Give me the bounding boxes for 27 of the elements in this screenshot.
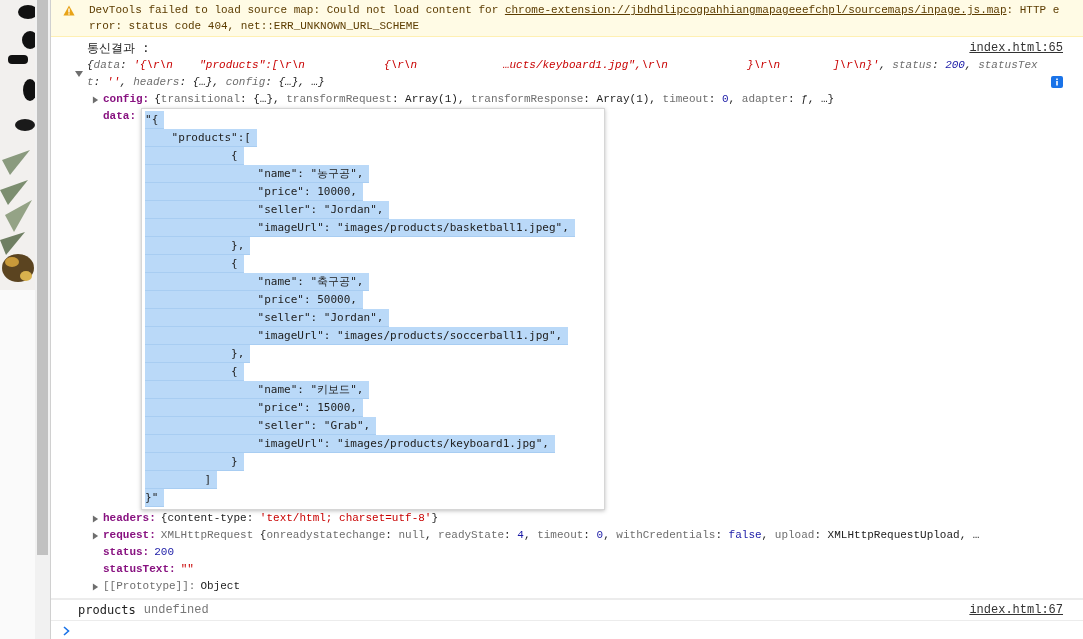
property-value: "" [180,562,194,577]
log-value: undefined [143,603,209,617]
source-link[interactable]: index.html:65 [969,40,1063,57]
property-value: {transitional: {…}, transformRequest: Array(1), transformResponse: Array(1), timeout: 0, adapter: ƒ, …} [154,92,835,107]
property-name: headers: [103,511,156,526]
property-value: {content-type: 'text/html; charset=utf-8'} [160,511,439,526]
log-label: 통신결과 : [87,40,150,57]
property-name: [[Prototype]]: [103,579,196,594]
property-value: Object [200,579,241,594]
warning-icon [63,5,75,16]
log-text: products [78,603,136,617]
property-name: request: [103,528,156,543]
property-name: data: [103,109,136,124]
expand-arrow-icon[interactable] [92,582,99,591]
expand-arrow-icon[interactable] [92,95,99,104]
collapse-arrow-icon[interactable] [75,70,83,78]
prompt-icon[interactable] [63,626,70,636]
source-map-link[interactable]: chrome-extension://jbdhdlipcogpahhiangmapageeefchpl/sourcemaps/inpage.js.map [504,4,1007,16]
info-icon[interactable] [1051,76,1063,88]
property-value: XMLHttpRequest {onreadystatechange: null, readyState: 4, timeout: 0, withCredentials: false, upload: XMLHttpRequestUpload, … [160,528,980,543]
property-name: status: [103,545,150,560]
source-link[interactable]: index.html:67 [969,603,1063,617]
scrollbar-thumb[interactable] [37,0,48,555]
property-name: statusText: [103,562,176,577]
property-value: 200 [154,545,175,560]
warning-message: DevTools failed to load source map: Could not load content for chrome-extension://jbdhdlipcogpahhiangmapageeefchpl/sourcemaps/inpage.js.map: HTTP error: status code 404, net::ERR_UNKNOWN_URL_SCHEME [89,3,1061,34]
property-name: config: [103,92,150,107]
